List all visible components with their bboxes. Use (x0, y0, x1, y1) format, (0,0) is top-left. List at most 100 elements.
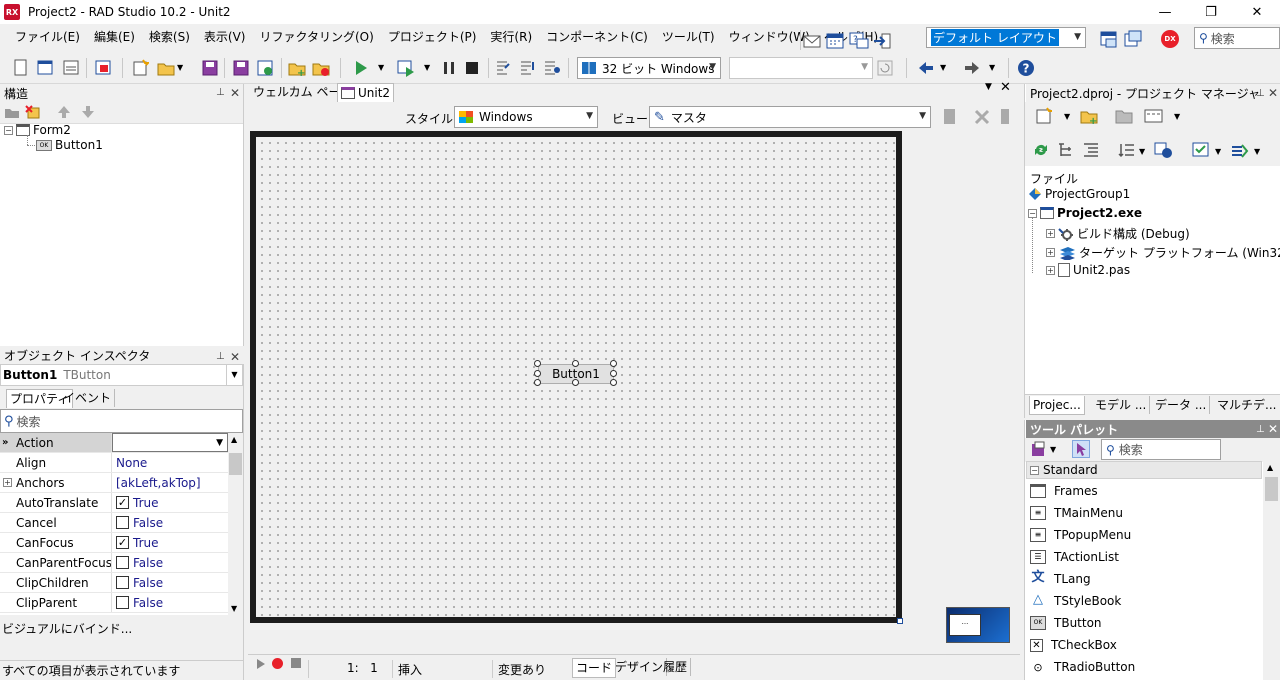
pin-icon[interactable]: ⊥ (216, 351, 225, 362)
new-items-icon[interactable] (131, 59, 149, 77)
property-row-autotranslate[interactable]: AutoTranslate ✓ True (0, 493, 228, 513)
play-macro-icon[interactable] (255, 658, 267, 670)
ide-search-input[interactable]: ⚲ 検索 (1194, 27, 1280, 49)
selection-handle[interactable] (610, 370, 617, 377)
property-value-dropdown[interactable]: ▼ (112, 433, 228, 452)
close-panel-icon[interactable]: ✕ (230, 350, 240, 364)
run-without-debug-icon[interactable] (397, 59, 415, 77)
pin-icon[interactable]: ⊥ (1256, 424, 1265, 435)
checkbox-checked-icon[interactable]: ✓ (116, 496, 129, 509)
checkbox-unchecked-icon[interactable] (116, 556, 129, 569)
mail-icon[interactable] (803, 33, 821, 49)
selection-handle[interactable] (534, 379, 541, 386)
palette-scrollbar[interactable]: ▲ (1263, 461, 1280, 680)
project-item-project2-exe[interactable]: − Project2.exe (1028, 206, 1142, 220)
activate-chevron-icon[interactable]: ▼ (1064, 112, 1070, 121)
close-button[interactable]: ✕ (1234, 0, 1280, 24)
menu-tools[interactable]: ツール(T) (655, 24, 722, 50)
stop-icon[interactable] (463, 59, 481, 77)
property-row-action[interactable]: » Action ▼ (0, 433, 228, 453)
sort-list-icon[interactable] (1118, 141, 1136, 159)
property-row-canfocus[interactable]: CanFocus ✓ True (0, 533, 228, 553)
palette-item-tbutton[interactable]: OK TButton (1030, 616, 1102, 630)
pin-icon[interactable]: ⊥ (1256, 88, 1265, 99)
scroll-down-icon[interactable]: ▼ (231, 604, 237, 613)
close-panel-icon[interactable]: ✕ (1268, 86, 1278, 100)
open-project-icon[interactable] (94, 59, 112, 77)
close-tab-icon[interactable]: ✕ (1000, 80, 1011, 95)
view-options-icon[interactable] (1144, 107, 1164, 125)
property-value[interactable]: False (112, 573, 228, 592)
run-options-chevron-icon[interactable]: ▼ (424, 63, 430, 72)
collapse-icon[interactable]: − (4, 125, 13, 135)
structure-item-form2[interactable]: − Form2 (4, 123, 71, 137)
checkbox-checked-icon[interactable]: ✓ (116, 536, 129, 549)
project-item-target-platform[interactable]: + ターゲット プラットフォーム (Win32) (1046, 244, 1280, 261)
expand-all-icon[interactable] (1057, 141, 1075, 159)
checkbox-unchecked-icon[interactable] (116, 596, 129, 609)
multi-build-chevron-icon[interactable]: ▼ (1254, 147, 1260, 156)
tab-data[interactable]: データ ... (1152, 396, 1211, 414)
compile-chevron-icon[interactable]: ▼ (1215, 147, 1221, 156)
remove-from-project-icon[interactable] (312, 59, 330, 77)
help-icon[interactable]: ? (1017, 59, 1035, 77)
menu-component[interactable]: コンポーネント(C) (539, 24, 655, 50)
menu-view[interactable]: 表示(V) (197, 24, 253, 50)
tab-code[interactable]: コード (572, 658, 617, 678)
run-icon[interactable] (352, 59, 370, 77)
palette-item-tactionlist[interactable]: ☰ TActionList (1030, 550, 1119, 564)
dx-badge-icon[interactable]: DX (1161, 30, 1179, 48)
tab-history[interactable]: 履歴 (660, 658, 692, 676)
checkbox-unchecked-icon[interactable] (116, 516, 129, 529)
property-value[interactable]: False (112, 513, 228, 532)
calendar-icon[interactable] (826, 31, 844, 49)
save-project-icon[interactable] (256, 59, 274, 77)
save-icon[interactable] (201, 59, 219, 77)
pause-icon[interactable] (440, 59, 458, 77)
expand-icon[interactable]: + (3, 478, 12, 487)
palette-item-tlang[interactable]: 文 TLang (1030, 571, 1091, 586)
selection-handle[interactable] (534, 370, 541, 377)
property-value[interactable]: ✓ True (112, 533, 228, 552)
structure-folder-icon[interactable] (4, 105, 20, 119)
palette-search-input[interactable]: ⚲ 検索 (1101, 439, 1221, 460)
collapse-icon[interactable]: − (1028, 208, 1037, 218)
back-arrow-icon[interactable] (917, 59, 935, 77)
delete-structure-icon[interactable] (24, 104, 42, 120)
new-form-icon[interactable] (36, 59, 54, 77)
run-dropdown-chevron-icon[interactable]: ▼ (378, 63, 384, 72)
property-row-cancel[interactable]: Cancel False (0, 513, 228, 533)
selection-handle[interactable] (572, 360, 579, 367)
build-icon[interactable] (1154, 141, 1174, 159)
trace-into-icon[interactable] (519, 59, 537, 77)
sort-chevron-icon[interactable]: ▼ (1139, 147, 1145, 156)
login-icon[interactable] (872, 32, 892, 50)
categories-chevron-icon[interactable]: ▼ (1050, 445, 1056, 454)
activate-icon[interactable] (1035, 107, 1053, 125)
save-view-icon[interactable] (941, 108, 957, 126)
new-file-icon[interactable] (12, 59, 30, 77)
tab-events[interactable]: イベント (60, 389, 116, 407)
expand-icon[interactable]: + (1046, 229, 1055, 238)
tab-projects[interactable]: Projec... (1029, 396, 1085, 415)
view-options-chevron-icon[interactable]: ▼ (1174, 112, 1180, 121)
close-panel-icon[interactable]: ✕ (1268, 422, 1278, 436)
selection-handle[interactable] (534, 360, 541, 367)
palette-item-tmainmenu[interactable]: ≡ TMainMenu (1030, 506, 1123, 520)
style-combo[interactable]: Windows ▼ (454, 106, 598, 128)
pin-icon[interactable]: ⊥ (216, 87, 225, 98)
menu-project[interactable]: プロジェクト(P) (381, 24, 484, 50)
bind-visually-link[interactable]: ビジュアルにバインド... (0, 620, 243, 638)
structure-item-button1[interactable]: OK Button1 (36, 138, 103, 152)
menu-edit[interactable]: 編集(E) (87, 24, 142, 50)
expand-icon[interactable]: + (1046, 248, 1055, 257)
refresh-platform-icon[interactable] (876, 59, 894, 77)
forward-arrow-icon[interactable] (963, 59, 981, 77)
record-macro-icon[interactable] (272, 658, 283, 669)
palette-item-tcheckbox[interactable]: ✕ TCheckBox (1030, 638, 1117, 652)
selection-handle[interactable] (610, 379, 617, 386)
selection-handle[interactable] (610, 360, 617, 367)
property-row-clipchildren[interactable]: ClipChildren False (0, 573, 228, 593)
selection-handle[interactable] (572, 379, 579, 386)
menu-search[interactable]: 検索(S) (142, 24, 197, 50)
